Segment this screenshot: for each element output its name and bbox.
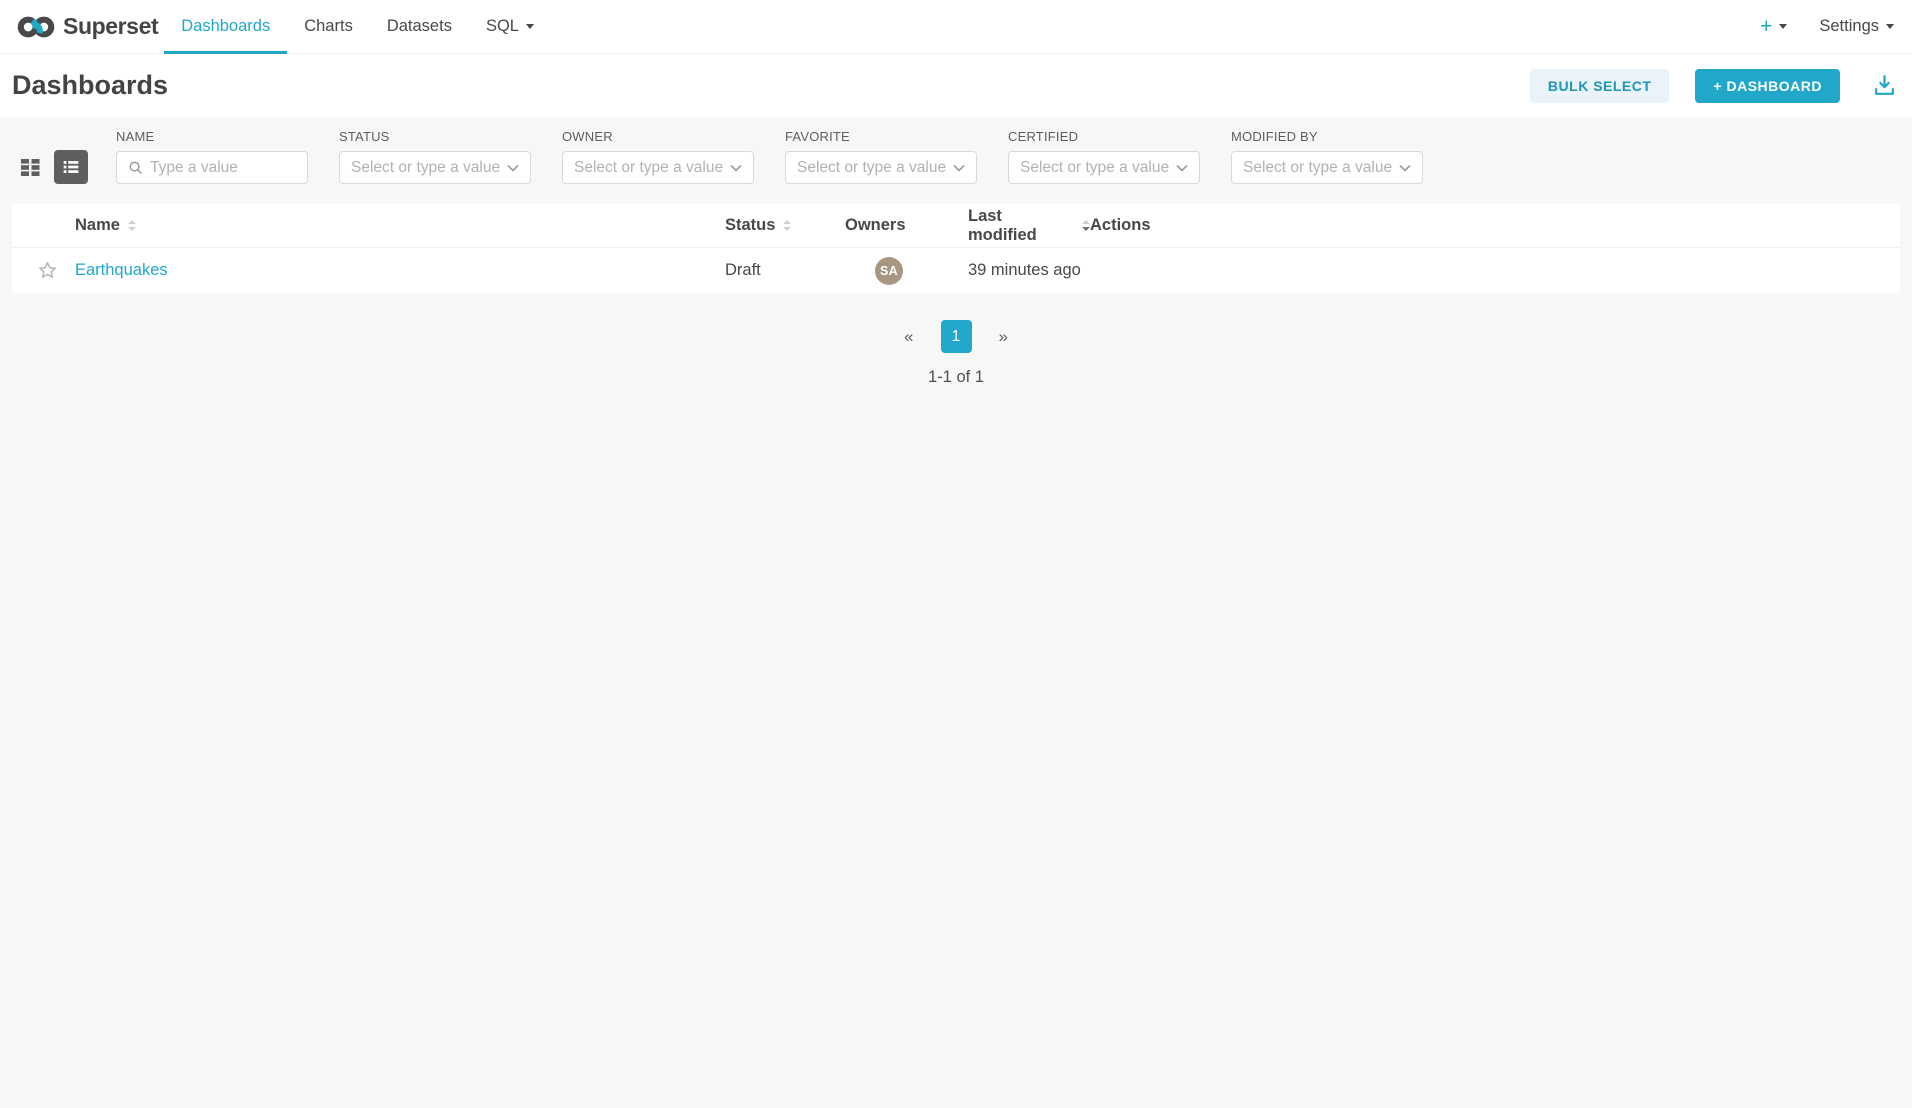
filter-group-owner: OWNER Select or type a value	[562, 129, 754, 184]
column-header-name[interactable]: Name	[75, 216, 725, 235]
nav-item-datasets[interactable]: Datasets	[370, 0, 469, 53]
chevron-down-icon	[730, 164, 742, 172]
star-icon	[37, 260, 58, 281]
nav-item-label: SQL	[486, 17, 519, 36]
nav-item-label: Dashboards	[181, 17, 270, 36]
sort-desc-icon	[1082, 220, 1090, 231]
main-nav: Dashboards Charts Datasets SQL	[164, 0, 551, 53]
settings-label: Settings	[1819, 17, 1879, 36]
filter-group-favorite: FAVORITE Select or type a value	[785, 129, 977, 184]
nav-item-charts[interactable]: Charts	[287, 0, 370, 53]
page-header: Dashboards BULK SELECT + DASHBOARD	[0, 54, 1912, 117]
chevron-down-icon	[1886, 24, 1894, 29]
filter-group-name: NAME	[116, 129, 308, 184]
select-placeholder: Select or type a value	[1020, 159, 1169, 177]
column-header-owners: Owners	[845, 216, 968, 235]
last-modified-cell: 39 minutes ago	[968, 261, 1090, 280]
nav-item-label: Datasets	[387, 17, 452, 36]
chevron-down-icon	[1176, 164, 1188, 172]
filter-label: STATUS	[339, 129, 531, 144]
sort-icon	[783, 220, 791, 231]
plus-icon: +	[1760, 15, 1772, 39]
select-placeholder: Select or type a value	[1243, 159, 1392, 177]
filter-label: CERTIFIED	[1008, 129, 1200, 144]
nav-item-label: Charts	[304, 17, 353, 36]
status-filter-select[interactable]: Select or type a value	[339, 151, 531, 184]
page-1-button[interactable]: 1	[941, 320, 972, 353]
filter-label: NAME	[116, 129, 308, 144]
chevron-down-icon	[507, 164, 519, 172]
new-dashboard-button[interactable]: + DASHBOARD	[1695, 69, 1840, 103]
list-view-toggle[interactable]	[54, 150, 88, 184]
owner-avatar[interactable]: SA	[875, 257, 903, 285]
column-header-actions: Actions	[1090, 216, 1900, 235]
pagination: « 1 »	[12, 320, 1900, 353]
navbar-right: + Settings	[1760, 0, 1894, 53]
settings-menu-button[interactable]: Settings	[1819, 17, 1894, 36]
select-placeholder: Select or type a value	[574, 159, 723, 177]
filter-bar: NAME STATUS Select or type a value	[12, 129, 1900, 184]
nav-item-dashboards[interactable]: Dashboards	[164, 0, 287, 53]
dashboards-list-page: NAME STATUS Select or type a value	[0, 117, 1912, 387]
chevron-down-icon	[526, 24, 534, 29]
select-placeholder: Select or type a value	[351, 159, 500, 177]
owners-cell: SA	[845, 257, 968, 285]
card-view-icon	[18, 155, 42, 179]
filter-group-modified-by: MODIFIED BY Select or type a value	[1231, 129, 1423, 184]
select-placeholder: Select or type a value	[797, 159, 946, 177]
page-title: Dashboards	[12, 70, 168, 101]
column-header-status[interactable]: Status	[725, 216, 845, 235]
dashboard-link[interactable]: Earthquakes	[75, 261, 168, 279]
chevron-down-icon	[953, 164, 965, 172]
status-cell: Draft	[725, 261, 845, 280]
nav-item-sql[interactable]: SQL	[469, 0, 551, 53]
new-item-menu-button[interactable]: +	[1760, 15, 1787, 39]
bulk-select-button[interactable]: BULK SELECT	[1530, 69, 1670, 103]
column-header-label: Actions	[1090, 216, 1151, 235]
table-header-row: Name Status Owners Last modified	[12, 204, 1900, 248]
name-filter-input[interactable]	[150, 159, 296, 177]
certified-filter-select[interactable]: Select or type a value	[1008, 151, 1200, 184]
column-header-last-modified[interactable]: Last modified	[968, 207, 1090, 245]
filter-label: MODIFIED BY	[1231, 129, 1423, 144]
import-dashboards-button[interactable]	[1872, 73, 1897, 98]
list-view-icon	[60, 156, 82, 178]
filter-label: OWNER	[562, 129, 754, 144]
export-icon	[1872, 73, 1897, 98]
pagination-summary: 1-1 of 1	[12, 368, 1900, 387]
column-header-label: Status	[725, 216, 775, 235]
modified-by-filter-select[interactable]: Select or type a value	[1231, 151, 1423, 184]
column-header-label: Name	[75, 216, 120, 235]
dashboard-name-cell: Earthquakes	[75, 261, 725, 280]
card-view-toggle[interactable]	[17, 154, 43, 180]
view-mode-toggles	[17, 150, 88, 184]
page-header-actions: BULK SELECT + DASHBOARD	[1530, 69, 1897, 103]
table-row: Earthquakes Draft SA 39 minutes ago	[12, 248, 1900, 293]
chevron-down-icon	[1779, 24, 1787, 29]
favorite-star-button[interactable]	[12, 260, 75, 281]
sort-icon	[128, 220, 136, 231]
top-navbar: Superset Dashboards Charts Datasets SQL …	[0, 0, 1912, 54]
name-filter	[116, 151, 308, 184]
dashboards-table: Name Status Owners Last modified	[12, 204, 1900, 293]
active-tab-indicator	[164, 51, 287, 54]
column-header-label: Last modified	[968, 207, 1074, 245]
owner-filter-select[interactable]: Select or type a value	[562, 151, 754, 184]
filter-label: FAVORITE	[785, 129, 977, 144]
column-header-label: Owners	[845, 216, 906, 235]
filter-group-status: STATUS Select or type a value	[339, 129, 531, 184]
superset-logo[interactable]: Superset	[16, 0, 158, 53]
favorite-filter-select[interactable]: Select or type a value	[785, 151, 977, 184]
next-page-button[interactable]: »	[999, 327, 1008, 347]
previous-page-button[interactable]: «	[904, 327, 913, 347]
chevron-down-icon	[1399, 164, 1411, 172]
filter-group-certified: CERTIFIED Select or type a value	[1008, 129, 1200, 184]
superset-infinity-icon	[16, 13, 56, 41]
search-icon	[128, 160, 143, 175]
brand-name: Superset	[63, 13, 158, 40]
